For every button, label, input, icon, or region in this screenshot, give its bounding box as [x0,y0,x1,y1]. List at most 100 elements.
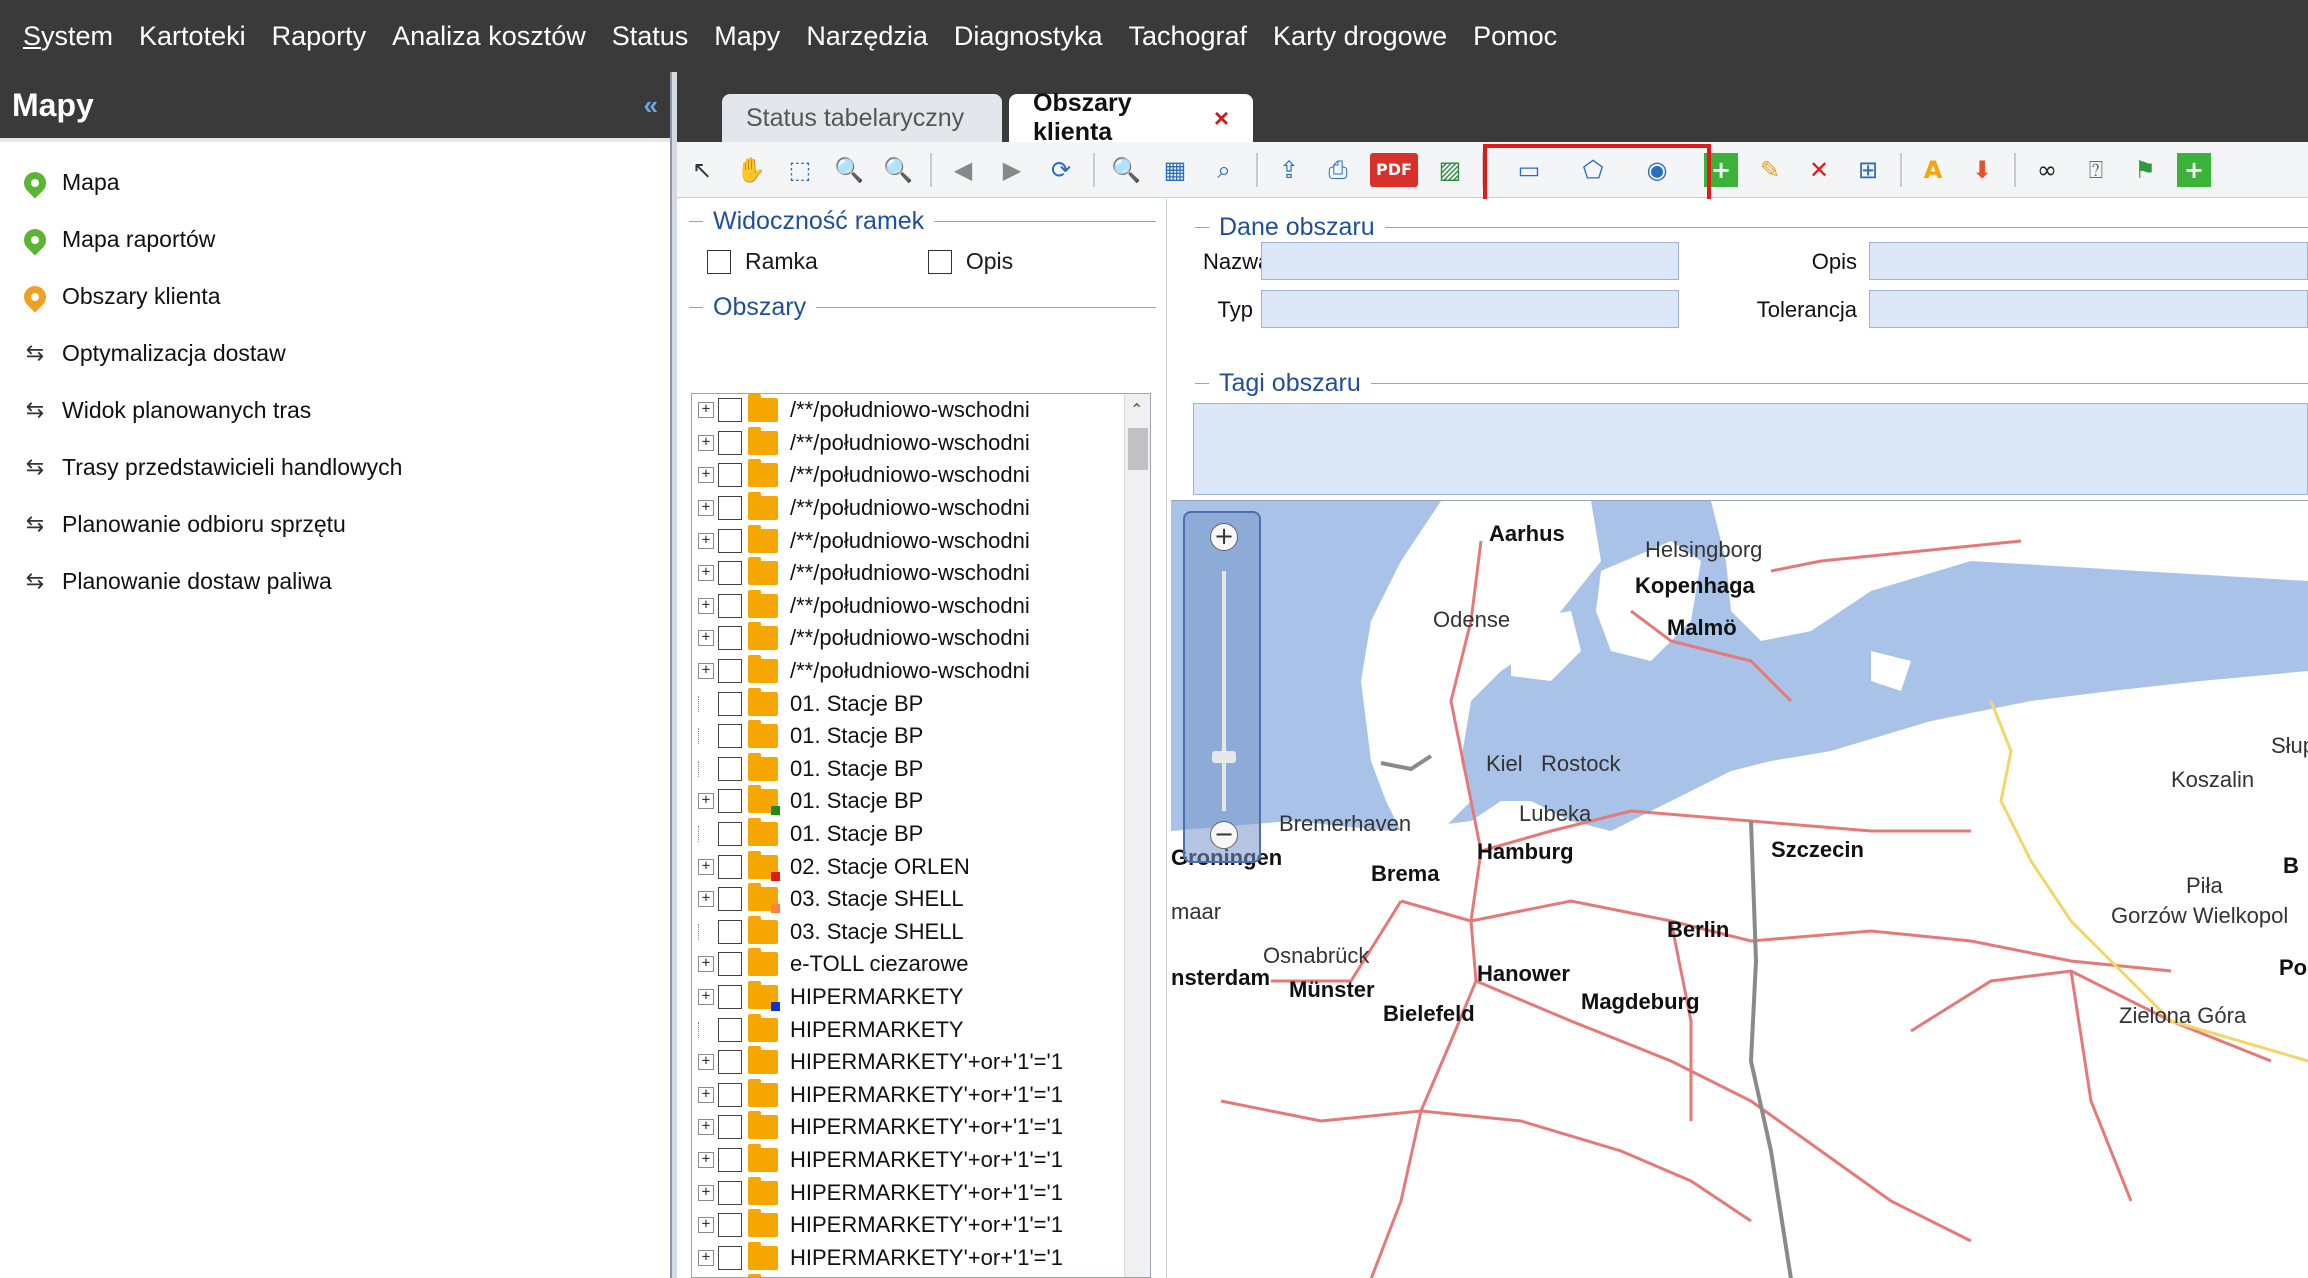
tree-row[interactable]: +HIPERMARKETY'+or+'1'='1 [692,1078,1150,1111]
search-icon[interactable]: 🔍 [1109,153,1143,187]
edit-pencil-icon[interactable]: ✎ [1753,153,1787,187]
menu-analiza-kosztow[interactable]: Analiza kosztów [379,0,599,72]
expand-icon[interactable]: + [698,1217,714,1234]
collapse-panel-icon[interactable]: « [644,90,658,121]
expand-icon[interactable]: + [698,956,714,973]
search-list-icon[interactable]: ⌕ [1207,153,1241,187]
expand-icon[interactable]: + [698,1086,714,1103]
expand-icon[interactable]: + [698,565,714,582]
scroll-up-icon[interactable]: ⌃ [1130,400,1143,419]
area-checkbox[interactable] [718,1115,742,1140]
image-icon[interactable]: ▨ [1433,153,1467,187]
menu-mapy[interactable]: Mapy [701,0,793,72]
tree-row[interactable]: + /**/południowo-wschodni [692,394,1150,427]
tree-row[interactable]: + /**/południowo-wschodni [692,459,1150,492]
area-checkbox[interactable] [718,1180,742,1205]
menu-system[interactable]: System [10,0,126,72]
area-checkbox[interactable] [718,822,742,847]
area-checkbox[interactable] [718,1245,742,1270]
tree-row[interactable]: +HIPERMARKETY'+or+'1'='1 [692,1111,1150,1144]
nav-item-mapa[interactable]: Mapa [0,154,670,211]
expand-icon[interactable]: + [698,532,714,549]
tags-field[interactable] [1193,403,2308,495]
pan-hand-icon[interactable]: ✋ [734,153,768,187]
tree-row[interactable]: +03. Stacje SHELL [692,883,1150,916]
zoom-slider-track[interactable] [1222,571,1226,811]
tolerance-field[interactable] [1869,290,2308,328]
tree-row[interactable]: + /**/południowo-wschodni [692,492,1150,525]
print-icon[interactable]: ⎙ [1321,153,1355,187]
area-checkbox[interactable] [718,626,742,651]
area-checkbox[interactable] [718,593,742,618]
tree-row[interactable]: 01. Stacje BP [692,752,1150,786]
menu-tachograf[interactable]: Tachograf [1115,0,1260,72]
ramka-checkbox[interactable] [707,249,731,274]
close-icon[interactable]: × [1214,103,1229,134]
menu-pomoc[interactable]: Pomoc [1460,0,1570,72]
delete-icon[interactable]: ✕ [1802,153,1836,187]
tree-row[interactable]: +HIPERMARKETY'+or+'1'='1 [692,1176,1150,1209]
tab-obszary-klienta[interactable]: Obszary klienta × [1009,89,1253,146]
select-arrow-icon[interactable]: ↖ [685,153,719,187]
tree-scrollbar[interactable]: ⌃ [1124,394,1150,1277]
tree-row[interactable]: + /**/południowo-wschodni [692,655,1150,688]
map-view[interactable]: Aarhus Helsingborg Kopenhaga Malmö Odens… [1171,500,2308,1278]
expand-icon[interactable]: + [698,1054,714,1071]
add-folder-icon[interactable]: ⊞ [1851,153,1885,187]
expand-icon[interactable]: + [698,988,714,1005]
area-checkbox[interactable] [718,463,742,488]
tree-row[interactable]: HIPERMARKETY [692,1013,1150,1046]
area-checkbox[interactable] [718,398,742,423]
expand-icon[interactable]: + [698,402,714,419]
area-checkbox[interactable] [718,1017,742,1042]
tree-row[interactable]: +HIPERMARKETY'+or+'1'='1 [692,1209,1150,1242]
area-checkbox[interactable] [718,691,742,716]
area-checkbox[interactable] [718,789,742,814]
expand-icon[interactable]: + [698,793,714,810]
tree-row[interactable]: +02. Stacje ORLEN [692,850,1150,883]
menu-narzedzia[interactable]: Narzędzia [793,0,941,72]
expand-icon[interactable]: + [698,500,714,517]
tree-row[interactable]: +HIPERMARKETY'+or+'1'='1 [692,1274,1150,1277]
zoom-out-icon[interactable]: 🔍 [881,153,915,187]
tree-row[interactable]: +HIPERMARKETY'+or+'1'='1 [692,1143,1150,1177]
area-checkbox[interactable] [718,724,742,749]
expand-icon[interactable]: + [698,434,714,451]
zoom-in-button[interactable]: + [1210,523,1238,551]
opis-checkbox[interactable] [927,249,952,274]
area-checkbox[interactable] [718,1213,742,1238]
nav-item-widok-planowanych-tras[interactable]: ⇆ Widok planowanych tras [0,382,670,439]
menu-diagnostyka[interactable]: Diagnostyka [941,0,1116,72]
tree-row[interactable]: 01. Stacje BP [692,687,1150,720]
expand-icon[interactable]: + [698,1184,714,1201]
tree-row[interactable]: + e-TOLL ciezarowe [692,948,1150,981]
tree-row[interactable]: + /**/południowo-wschodni [692,589,1150,623]
pdf-icon[interactable]: PDF [1370,152,1418,187]
description-field[interactable] [1869,242,2308,280]
nav-item-obszary-klienta[interactable]: Obszary klienta [0,268,670,325]
area-checkbox[interactable] [718,430,742,455]
area-checkbox[interactable] [718,1147,742,1172]
route-question-icon[interactable]: ⍰ [2079,153,2113,187]
menu-raporty[interactable]: Raporty [259,0,380,72]
area-checkbox[interactable] [718,528,742,553]
area-checkbox[interactable] [718,887,742,912]
expand-icon[interactable]: + [698,1249,714,1266]
scroll-thumb[interactable] [1128,428,1148,470]
tree-row[interactable]: 01. Stacje BP [692,720,1150,753]
zoom-in-icon[interactable]: 🔍 [832,153,866,187]
tree-row[interactable]: + /**/południowo-wschodni [692,557,1150,590]
area-checkbox[interactable] [718,756,742,781]
menu-karty-drogowe[interactable]: Karty drogowe [1260,0,1460,72]
tree-row[interactable]: + /**/południowo-wschodni [692,524,1150,557]
nav-item-planowanie-dostaw-paliwa[interactable]: ⇆ Planowanie dostaw paliwa [0,553,670,610]
name-field[interactable] [1261,242,1679,280]
marker-icon[interactable]: ⬇ [1965,153,1999,187]
area-checkbox[interactable] [718,984,742,1009]
nav-item-planowanie-odbioru[interactable]: ⇆ Planowanie odbioru sprzętu [0,496,670,553]
area-checkbox[interactable] [718,561,742,586]
refresh-icon[interactable]: ⟳ [1044,153,1078,187]
area-checkbox[interactable] [718,952,742,977]
expand-icon[interactable]: + [698,891,714,908]
area-checkbox[interactable] [718,854,742,879]
